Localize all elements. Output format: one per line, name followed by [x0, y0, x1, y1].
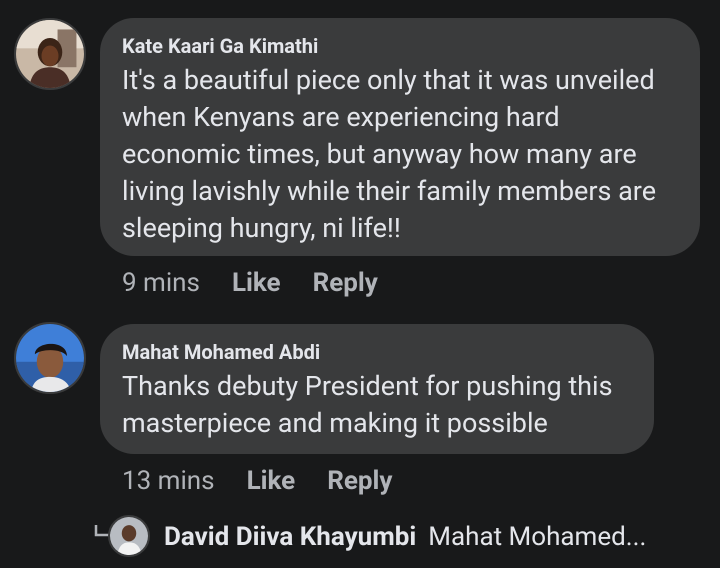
- avatar[interactable]: [14, 322, 86, 394]
- comment-text: It's a beautiful piece only that it was …: [122, 64, 657, 244]
- reply-button[interactable]: Reply: [313, 268, 378, 298]
- comment-author[interactable]: Mahat Mohamed Abdi: [122, 340, 632, 364]
- avatar-photo-icon: [110, 517, 148, 555]
- reply-preview[interactable]: David Diiva Khayumbi Mahat Mohamed...: [164, 522, 646, 552]
- comment-timestamp[interactable]: 13 mins: [122, 466, 215, 496]
- comment-actions: 9 mins Like Reply: [122, 268, 378, 298]
- like-button[interactable]: Like: [247, 466, 296, 496]
- reply-avatar[interactable]: [108, 515, 150, 557]
- avatar[interactable]: [14, 18, 86, 90]
- avatar-photo-icon: [16, 324, 84, 392]
- comment-timestamp[interactable]: 9 mins: [122, 268, 200, 298]
- comment-actions: 13 mins Like Reply: [122, 466, 393, 496]
- avatar-photo-icon: [16, 20, 84, 88]
- comment-bubble: Kate Kaari Ga Kimathi It's a beautiful p…: [100, 18, 700, 256]
- like-button[interactable]: Like: [232, 268, 281, 298]
- comment-author[interactable]: Kate Kaari Ga Kimathi: [122, 34, 678, 58]
- reply-text: Mahat Mohamed...: [428, 522, 647, 552]
- reply-button[interactable]: Reply: [327, 466, 392, 496]
- comment-bubble: Mahat Mohamed Abdi Thanks debuty Preside…: [100, 324, 654, 454]
- comment-text: Thanks debuty President for pushing this…: [122, 370, 613, 439]
- reply-author[interactable]: David Diiva Khayumbi: [164, 522, 416, 552]
